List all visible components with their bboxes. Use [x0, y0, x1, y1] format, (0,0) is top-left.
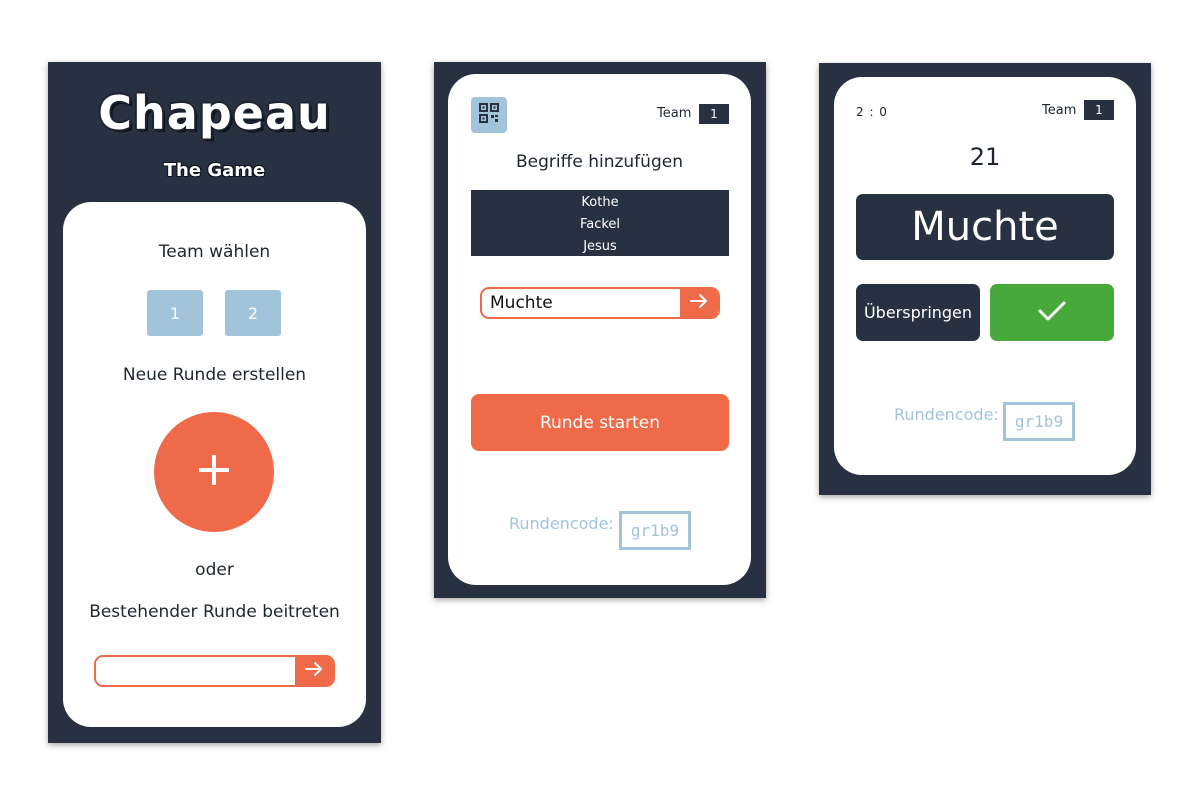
score-display: 2 : 0: [856, 105, 888, 119]
new-round-heading: Neue Runde erstellen: [122, 365, 307, 385]
term-field: [480, 287, 720, 319]
list-item: Kothe: [581, 195, 619, 210]
skip-button[interactable]: Überspringen: [856, 284, 980, 341]
app-title: Chapeau: [98, 86, 331, 140]
join-submit-button[interactable]: [295, 657, 333, 685]
current-word: Muchte: [856, 194, 1114, 260]
team-select-heading: Team wählen: [158, 242, 271, 262]
join-round-heading: Bestehender Runde beitreten: [89, 602, 340, 622]
create-round-button[interactable]: [154, 412, 274, 532]
round-code-label: Rundencode:: [509, 514, 614, 533]
round-code: gr1b9: [619, 511, 691, 550]
round-code: gr1b9: [1003, 402, 1075, 441]
add-term-button[interactable]: [680, 289, 718, 317]
start-round-button[interactable]: Runde starten: [471, 394, 729, 451]
join-code-field: [94, 655, 335, 687]
or-text: oder: [195, 560, 234, 580]
screen-home: Chapeau The Game Team wählen 1 2 Neue Ru…: [48, 62, 381, 743]
team-1-button[interactable]: 1: [147, 290, 203, 336]
plus-icon: [197, 453, 231, 491]
team-label: Team: [657, 106, 692, 121]
game-card: 2 : 0 Team 1 21 Muchte Überspringen Rund…: [834, 77, 1136, 475]
checkmark-icon: [1037, 299, 1067, 327]
arrow-right-icon: [689, 293, 709, 313]
list-item: Jesus: [583, 239, 617, 254]
team-number-badge: 1: [699, 104, 729, 124]
join-code-input[interactable]: [104, 657, 294, 685]
countdown-timer: 21: [969, 143, 1001, 171]
list-item: Fackel: [579, 217, 621, 232]
team-2-button[interactable]: 2: [225, 290, 281, 336]
add-terms-heading: Begriffe hinzufügen: [516, 152, 683, 172]
app-subtitle: The Game: [163, 160, 266, 181]
home-card: Team wählen 1 2 Neue Runde erstellen ode…: [63, 202, 366, 727]
term-input[interactable]: [490, 289, 675, 317]
terms-list: Kothe Fackel Jesus: [471, 190, 729, 256]
screen-add-terms: Team 1 Begriffe hinzufügen Kothe Fackel …: [434, 62, 766, 598]
qr-code-icon: [479, 103, 499, 127]
arrow-right-icon: [304, 661, 324, 681]
team-number-badge: 1: [1084, 100, 1114, 120]
qr-code-button[interactable]: [471, 97, 507, 133]
team-label: Team: [1042, 103, 1077, 118]
add-terms-card: Team 1 Begriffe hinzufügen Kothe Fackel …: [448, 74, 751, 585]
confirm-button[interactable]: [990, 284, 1114, 341]
round-code-label: Rundencode:: [894, 405, 999, 424]
screen-game: 2 : 0 Team 1 21 Muchte Überspringen Rund…: [819, 63, 1151, 495]
